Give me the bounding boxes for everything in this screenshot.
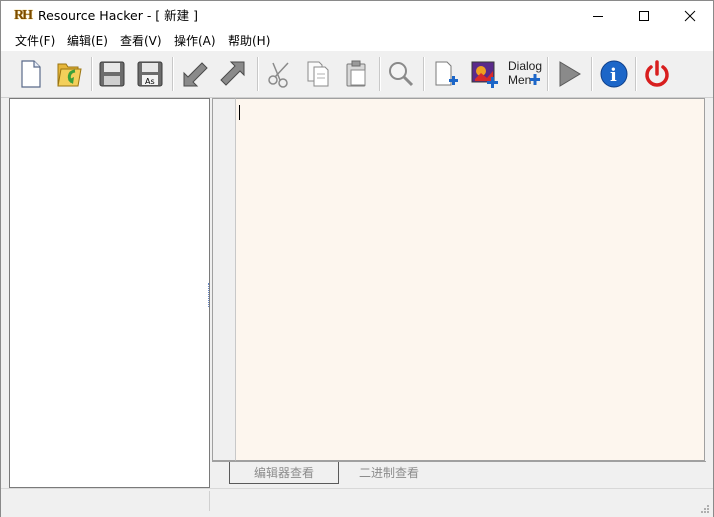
view-tabs: 编辑器查看 二进制查看 [212,461,706,486]
script-editor[interactable] [236,98,705,461]
compile-forward-button[interactable] [215,55,251,93]
new-button[interactable] [12,55,48,93]
maximize-button[interactable] [621,1,667,31]
compile-back-button[interactable] [177,55,213,93]
info-icon: i [600,60,628,88]
svg-text:i: i [610,65,617,86]
add-resource-icon [435,61,458,86]
compile-forward-icon [220,61,245,86]
window-title: Resource Hacker - [ 新建 ] [38,8,199,23]
save-as-button[interactable]: As [132,55,168,93]
resize-grip-icon[interactable] [700,504,710,514]
about-button[interactable]: i [596,55,632,93]
menu-edit[interactable]: 编辑(E) [67,33,108,49]
tab-binary-view[interactable]: 二进制查看 [339,462,439,483]
add-resource-button[interactable] [428,55,464,93]
power-exit-icon [645,60,669,87]
menu-bar: 文件(F) 编辑(E) 查看(V) 操作(A) 帮助(H) [1,31,713,51]
toolbar: As Dialog Men i [1,51,713,98]
menu-view[interactable]: 查看(V) [120,33,162,49]
paste-button[interactable] [339,55,375,93]
resource-tree[interactable] [9,98,210,488]
cut-icon [268,62,289,88]
close-icon [684,10,696,22]
main-window: RH Resource Hacker - [ 新建 ] 文件(F) 编辑(E) … [0,0,714,517]
menu-help[interactable]: 帮助(H) [228,33,270,49]
status-pane-right [210,491,704,511]
save-button[interactable] [94,55,130,93]
new-file-icon [21,60,41,88]
save-as-icon: As [137,61,163,87]
paste-icon [346,60,366,87]
status-bar [1,488,713,517]
open-button[interactable] [51,55,87,93]
tab-editor-view[interactable]: 编辑器查看 [229,462,339,484]
dialog-menu-button[interactable]: Dialog Men [506,55,544,93]
add-image-resource-icon [471,61,498,88]
run-button[interactable] [551,55,587,93]
exit-button[interactable] [639,55,675,93]
compile-back-icon [183,62,208,87]
copy-button[interactable] [300,55,336,93]
line-number-gutter [212,98,236,461]
save-icon [99,61,125,87]
dialog-menu-icon: Dialog Men [508,59,542,87]
svg-text:Dialog: Dialog [508,59,542,73]
app-logo-icon: RH [14,8,33,23]
minimize-icon [593,16,603,17]
status-pane-left [5,491,210,511]
run-play-icon [559,61,581,87]
title-bar[interactable]: RH Resource Hacker - [ 新建 ] [1,1,713,31]
add-image-button[interactable] [467,55,503,93]
svg-text:As: As [145,77,155,86]
splitter-handle[interactable] [208,283,211,307]
menu-file[interactable]: 文件(F) [15,33,55,49]
minimize-button[interactable] [575,1,621,31]
search-icon [389,62,414,87]
text-caret [239,105,240,120]
find-button[interactable] [383,55,419,93]
close-button[interactable] [667,1,713,31]
open-folder-icon [57,63,82,87]
cut-button[interactable] [261,55,297,93]
menu-action[interactable]: 操作(A) [174,33,216,49]
maximize-icon [639,11,649,21]
copy-icon [307,61,329,87]
svg-text:Men: Men [508,73,531,87]
